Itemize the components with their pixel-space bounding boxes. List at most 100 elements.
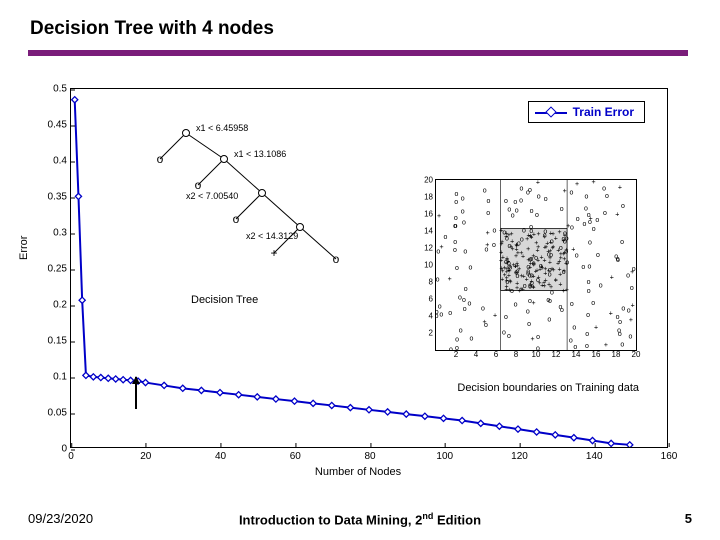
svg-text:+: + bbox=[552, 267, 556, 274]
svg-text:o: o bbox=[587, 288, 591, 295]
svg-text:o: o bbox=[536, 277, 540, 284]
tree-leaf: o bbox=[157, 152, 164, 166]
svg-text:+: + bbox=[594, 325, 598, 332]
y-tick: 0.15 bbox=[48, 336, 71, 347]
svg-text:+: + bbox=[508, 287, 512, 294]
svg-text:o: o bbox=[453, 239, 457, 246]
svg-text:o: o bbox=[561, 236, 565, 243]
svg-text:o: o bbox=[448, 310, 452, 317]
svg-text:+: + bbox=[518, 288, 522, 295]
svg-text:+: + bbox=[532, 261, 536, 268]
x-tick: 160 bbox=[661, 447, 678, 462]
svg-text:+: + bbox=[615, 211, 619, 218]
y-tick: 0.3 bbox=[53, 228, 71, 239]
svg-text:+: + bbox=[437, 213, 441, 220]
y-tick: 0.4 bbox=[53, 156, 71, 167]
svg-text:+: + bbox=[591, 180, 595, 186]
svg-text:o: o bbox=[516, 269, 520, 276]
svg-text:+: + bbox=[630, 269, 634, 276]
svg-text:o: o bbox=[544, 196, 548, 203]
svg-text:o: o bbox=[439, 311, 443, 318]
x-tick: 80 bbox=[364, 447, 375, 462]
svg-text:o: o bbox=[617, 328, 621, 335]
svg-text:o: o bbox=[550, 290, 554, 297]
footer-book: Introduction to Data Mining, 2 bbox=[239, 512, 422, 527]
svg-text:o: o bbox=[588, 239, 592, 246]
svg-text:o: o bbox=[535, 212, 539, 219]
svg-text:+: + bbox=[566, 223, 570, 230]
x-tick: 60 bbox=[290, 447, 301, 462]
svg-text:o: o bbox=[481, 306, 485, 313]
footer: 09/23/2020 Introduction to Data Mining, … bbox=[0, 511, 720, 526]
svg-text:o: o bbox=[519, 198, 523, 205]
scatter-y-tick: 8 bbox=[429, 278, 436, 287]
svg-text:+: + bbox=[543, 244, 547, 251]
scatter-x-tick: 8 bbox=[514, 350, 518, 359]
svg-text:+: + bbox=[529, 234, 533, 241]
tree-caption: Decision Tree bbox=[191, 294, 258, 306]
svg-text:o: o bbox=[443, 234, 447, 241]
svg-text:+: + bbox=[618, 185, 622, 192]
svg-text:o: o bbox=[603, 210, 607, 217]
inset-scatter: +++o+++oo+++++++o++++o++oo+++o+o+o++++++… bbox=[415, 165, 645, 365]
footer-edition-tail: Edition bbox=[433, 512, 481, 527]
svg-text:o: o bbox=[592, 226, 596, 233]
tree-split-label: x2 < 14.3129 bbox=[246, 231, 298, 241]
svg-text:+: + bbox=[589, 215, 593, 222]
scatter-x-tick: 6 bbox=[494, 350, 498, 359]
svg-text:o: o bbox=[585, 343, 589, 350]
svg-text:o: o bbox=[504, 198, 508, 205]
svg-text:+: + bbox=[499, 250, 503, 257]
svg-text:o: o bbox=[462, 220, 466, 227]
scatter-y-tick: 12 bbox=[424, 244, 436, 253]
svg-text:o: o bbox=[528, 273, 532, 280]
svg-text:+: + bbox=[499, 258, 503, 265]
svg-text:o: o bbox=[462, 297, 466, 304]
svg-text:+: + bbox=[508, 268, 512, 275]
svg-text:o: o bbox=[587, 264, 591, 271]
y-tick: 0.45 bbox=[48, 120, 71, 131]
svg-text:+: + bbox=[556, 247, 560, 254]
x-tick: 20 bbox=[140, 447, 151, 462]
svg-text:o: o bbox=[605, 193, 609, 200]
svg-text:+: + bbox=[575, 181, 579, 188]
svg-text:o: o bbox=[616, 256, 620, 263]
svg-text:o: o bbox=[454, 215, 458, 222]
svg-text:o: o bbox=[468, 301, 472, 308]
tree-node bbox=[182, 129, 190, 137]
svg-text:o: o bbox=[621, 305, 625, 312]
svg-text:o: o bbox=[616, 314, 620, 321]
svg-text:o: o bbox=[595, 217, 599, 224]
scatter-y-tick: 14 bbox=[424, 227, 436, 236]
svg-text:o: o bbox=[627, 307, 631, 314]
svg-text:o: o bbox=[454, 223, 458, 230]
svg-text:o: o bbox=[511, 212, 515, 219]
svg-text:o: o bbox=[522, 227, 526, 234]
x-tick: 40 bbox=[215, 447, 226, 462]
svg-text:+: + bbox=[526, 246, 530, 253]
tree-leaf: o bbox=[195, 178, 202, 192]
svg-text:+: + bbox=[515, 243, 519, 250]
svg-text:o: o bbox=[513, 199, 517, 206]
x-tick: 120 bbox=[511, 447, 528, 462]
footer-title: Introduction to Data Mining, 2nd Edition bbox=[0, 511, 720, 527]
svg-text:+: + bbox=[519, 250, 523, 257]
svg-text:+: + bbox=[557, 229, 561, 236]
svg-text:+: + bbox=[536, 180, 540, 187]
svg-text:+: + bbox=[554, 277, 558, 284]
x-tick: 0 bbox=[68, 447, 74, 462]
scatter-frame: +++o+++oo+++++++o++++o++oo+++o+o+o++++++… bbox=[435, 179, 637, 351]
svg-text:o: o bbox=[526, 190, 530, 197]
svg-text:o: o bbox=[620, 342, 624, 349]
svg-text:o: o bbox=[504, 259, 508, 266]
svg-text:o: o bbox=[530, 208, 534, 215]
svg-text:o: o bbox=[505, 279, 509, 286]
svg-text:+: + bbox=[515, 280, 519, 287]
scatter-x-tick: 10 bbox=[532, 350, 541, 359]
scatter-caption: Decision boundaries on Training data bbox=[457, 382, 639, 394]
svg-text:o: o bbox=[575, 253, 579, 260]
svg-text:+: + bbox=[519, 273, 523, 280]
x-tick: 140 bbox=[586, 447, 603, 462]
svg-text:+: + bbox=[532, 300, 536, 307]
svg-text:o: o bbox=[463, 249, 467, 256]
